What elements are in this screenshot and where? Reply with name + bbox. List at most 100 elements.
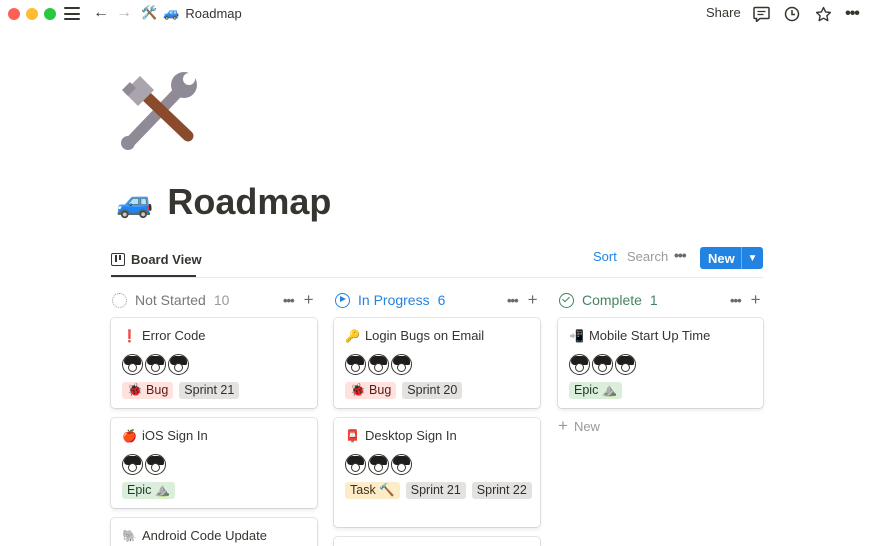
column-header-in-progress[interactable]: In Progress 6	[335, 290, 445, 310]
add-new-card-button[interactable]: + New	[558, 416, 600, 436]
board-card[interactable]: 🍎 iOS Sign In Epic ⛰️	[111, 418, 317, 508]
card-tags: Epic ⛰️	[122, 482, 332, 502]
avatar	[391, 454, 412, 475]
card-tags: Task 🔨 Sprint 21 Sprint 22	[345, 482, 555, 502]
mobile-phone-icon: 📲	[569, 328, 584, 343]
hammer-and-wrench-icon[interactable]	[118, 70, 200, 150]
minimize-window-button[interactable]	[26, 8, 38, 20]
view-more-icon[interactable]: •••	[674, 247, 687, 263]
view-bar: Board View Sort Search ••• New ▼	[111, 245, 763, 278]
column-actions: ••• +	[507, 290, 538, 310]
board-card[interactable]: 🐘 Android Code Update	[111, 518, 317, 546]
avatar	[391, 354, 412, 375]
sidebar-toggle-icon[interactable]	[64, 7, 80, 20]
plus-icon: +	[558, 416, 568, 435]
avatar	[345, 354, 366, 375]
column-more-icon[interactable]: •••	[730, 293, 742, 308]
chevron-down-icon[interactable]: ▼	[742, 253, 763, 264]
card-title-text: Login Bugs on Email	[364, 328, 485, 343]
apple-icon: 🍎	[122, 428, 137, 443]
share-button[interactable]: Share	[706, 5, 741, 20]
avatar	[368, 354, 389, 375]
type-tag: Epic ⛰️	[569, 382, 623, 399]
avatar	[569, 354, 590, 375]
column-header-not-started[interactable]: Not Started 10	[112, 290, 229, 310]
sprint-tag: Sprint 20	[402, 382, 463, 399]
top-bar: ← → 🛠️ 🚙 Roadmap Share •••	[0, 0, 875, 28]
column-name: Complete	[582, 292, 642, 308]
column-add-icon[interactable]: +	[528, 290, 538, 310]
tools-icon: 🛠️	[141, 5, 158, 20]
tab-label: Board View	[131, 251, 202, 267]
assignee-avatars	[122, 354, 191, 375]
column-more-icon[interactable]: •••	[507, 293, 519, 308]
sprint-tag: Sprint 21	[405, 482, 466, 499]
new-button[interactable]: New ▼	[700, 247, 763, 269]
type-tag: 🐞 Bug	[345, 382, 397, 399]
board-icon	[111, 252, 125, 266]
key-icon: 🔑	[345, 328, 360, 343]
assignee-avatars	[122, 454, 168, 475]
tab-board-view[interactable]: Board View	[111, 248, 202, 270]
complete-status-icon	[559, 292, 574, 308]
card-title-text: Mobile Start Up Time	[588, 328, 711, 343]
page-title-text[interactable]: Roadmap	[167, 181, 331, 223]
column-actions: ••• +	[730, 290, 761, 310]
postbox-icon: 📮	[345, 428, 360, 443]
board-card[interactable]: ❗ Error Code 🐞 Bug Sprint 21	[111, 318, 317, 408]
card-title: 📲 Mobile Start Up Time	[569, 328, 710, 343]
back-arrow-icon[interactable]: ←	[93, 3, 109, 23]
maximize-window-button[interactable]	[44, 8, 56, 20]
in-progress-status-icon	[335, 292, 350, 308]
column-add-icon[interactable]: +	[751, 290, 761, 310]
column-count: 10	[213, 292, 230, 308]
column-more-icon[interactable]: •••	[283, 293, 295, 308]
avatar	[145, 454, 166, 475]
comment-icon[interactable]	[751, 4, 771, 24]
star-icon[interactable]	[813, 4, 833, 24]
card-title-text: Error Code	[141, 328, 206, 343]
breadcrumb-label: Roadmap	[185, 5, 242, 21]
board-card[interactable]: 📲 Mobile Start Up Time Epic ⛰️	[558, 318, 763, 408]
board-card[interactable]	[334, 537, 540, 546]
column-count: 6	[437, 292, 446, 308]
card-title: 🐘 Android Code Update	[122, 528, 267, 543]
board-card[interactable]: 📮 Desktop Sign In Task 🔨 Sprint 21 Sprin…	[334, 418, 540, 527]
column-name: Not Started	[135, 292, 206, 308]
forward-arrow-icon[interactable]: →	[116, 3, 132, 23]
new-card-label: New	[573, 418, 600, 434]
car-icon: 🚙	[163, 5, 180, 20]
card-title: 📮 Desktop Sign In	[345, 428, 457, 443]
card-title: 🔑 Login Bugs on Email	[345, 328, 484, 343]
avatar	[122, 454, 143, 475]
close-window-button[interactable]	[8, 8, 20, 20]
avatar	[592, 354, 613, 375]
column-actions: ••• +	[283, 290, 314, 310]
card-title-text: Desktop Sign In	[364, 428, 457, 443]
column-header-complete[interactable]: Complete 1	[559, 290, 658, 310]
avatar	[368, 454, 389, 475]
column-name: In Progress	[358, 292, 430, 308]
car-icon: 🚙	[116, 185, 154, 219]
sort-button[interactable]: Sort	[593, 249, 617, 264]
avatar	[168, 354, 189, 375]
column-add-icon[interactable]: +	[304, 290, 314, 310]
avatar	[145, 354, 166, 375]
card-title: 🍎 iOS Sign In	[122, 428, 208, 443]
breadcrumb[interactable]: 🛠️ 🚙 Roadmap	[141, 5, 242, 21]
card-tags: 🐞 Bug Sprint 21	[122, 382, 332, 402]
more-icon[interactable]: •••	[842, 4, 862, 24]
type-tag: Task 🔨	[345, 482, 400, 499]
exclamation-icon: ❗	[122, 328, 137, 343]
page-title[interactable]: 🚙 Roadmap	[116, 181, 331, 223]
search-button[interactable]: Search	[627, 249, 668, 264]
avatar	[345, 454, 366, 475]
type-tag: 🐞 Bug	[122, 382, 174, 399]
board-card[interactable]: 🔑 Login Bugs on Email 🐞 Bug Sprint 20	[334, 318, 540, 408]
avatar	[122, 354, 143, 375]
history-icon[interactable]	[782, 4, 802, 24]
column-count: 1	[649, 292, 658, 308]
type-tag: Epic ⛰️	[122, 482, 176, 499]
assignee-avatars	[569, 354, 638, 375]
sprint-tag: Sprint 21	[179, 382, 240, 399]
